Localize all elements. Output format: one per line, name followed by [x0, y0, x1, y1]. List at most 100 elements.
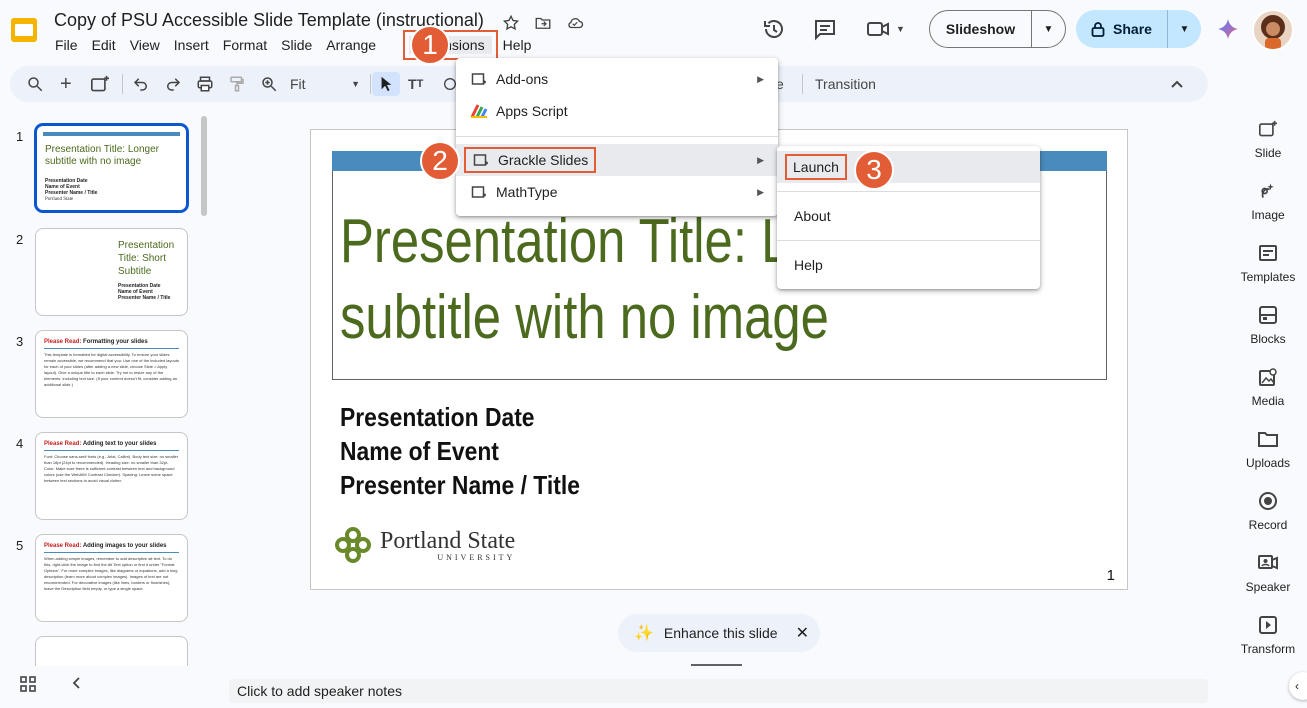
submenu-arrow-icon: ▶: [757, 186, 764, 197]
slides-logo-icon[interactable]: [8, 14, 40, 46]
rail-label: Media: [1251, 394, 1285, 408]
menu-item-label: Launch: [785, 154, 847, 180]
search-menus-icon[interactable]: [26, 72, 44, 96]
paint-format-icon[interactable]: [228, 72, 246, 96]
rail-speaker[interactable]: Speaker: [1232, 552, 1304, 594]
menu-item-about[interactable]: About: [777, 200, 1040, 232]
slide-meta-block[interactable]: Presentation Date Name of Event Presente…: [340, 400, 580, 502]
print-icon[interactable]: [196, 72, 214, 96]
folder-icon: [1232, 428, 1304, 450]
rail-label: Templates: [1240, 270, 1296, 284]
collapse-toolbar-icon[interactable]: [1170, 72, 1184, 96]
submenu-arrow-icon: ▶: [757, 154, 764, 165]
cloud-saved-icon[interactable]: [564, 12, 586, 34]
callout-badge-3: 3: [854, 150, 894, 190]
rail-label: Record: [1248, 518, 1288, 532]
transition-button[interactable]: Transition: [815, 72, 876, 96]
slide-thumbnail-1[interactable]: Presentation Title: Longer subtitle with…: [35, 124, 188, 212]
speaker-icon: [1232, 552, 1304, 574]
menu-item-apps-script[interactable]: Apps Script: [456, 95, 778, 127]
menu-slide[interactable]: Slide: [274, 36, 319, 54]
addon-icon: [470, 184, 488, 200]
enhance-slide-chip[interactable]: ✨ Enhance this slide ✕: [618, 614, 820, 652]
rail-label: Image: [1251, 208, 1285, 222]
menu-view[interactable]: View: [123, 36, 167, 54]
grid-view-icon[interactable]: [20, 676, 36, 692]
thumb-title: Presentation Title: Longer subtitle with…: [45, 144, 159, 167]
share-button-group: Share ▼: [1076, 10, 1201, 48]
extensions-menu: Add-ons ▶ Apps Script Grackle Slides ▶ M…: [456, 58, 778, 216]
account-avatar[interactable]: [1252, 9, 1294, 51]
image-sparkle-icon: [1232, 180, 1304, 202]
menu-item-label: About: [794, 208, 831, 224]
rail-blocks[interactable]: Blocks: [1232, 304, 1304, 346]
menu-edit[interactable]: Edit: [85, 36, 123, 54]
notes-resize-handle[interactable]: [691, 664, 742, 666]
share-dropdown-chevron-icon[interactable]: ▼: [1167, 10, 1201, 48]
slide-thumbnail-5[interactable]: Please Read: Adding images to your slide…: [35, 534, 188, 622]
thumb-sub-line: Presenter Name / Title: [118, 295, 171, 301]
gemini-sparkle-icon[interactable]: [1217, 18, 1239, 40]
meet-button[interactable]: ▼: [866, 17, 905, 41]
filmstrip-scrollbar[interactable]: [201, 116, 207, 216]
star-icon[interactable]: [500, 12, 522, 34]
comments-icon[interactable]: [813, 17, 837, 41]
submenu-arrow-icon: ▶: [757, 73, 764, 84]
thumb-body: This template is formatted for digital a…: [44, 352, 179, 387]
menu-item-label: Grackle Slides: [498, 152, 589, 168]
menu-format[interactable]: Format: [216, 36, 274, 54]
rail-uploads[interactable]: Uploads: [1232, 428, 1304, 470]
menu-item-grackle-slides[interactable]: Grackle Slides ▶: [456, 144, 778, 176]
menu-file[interactable]: File: [48, 36, 85, 54]
rail-templates[interactable]: Templates: [1232, 242, 1304, 284]
chevron-down-icon: ▼: [351, 79, 360, 89]
share-button[interactable]: Share: [1076, 21, 1167, 37]
version-history-icon[interactable]: [762, 17, 786, 41]
undo-icon[interactable]: [132, 72, 150, 96]
menu-arrange[interactable]: Arrange: [319, 36, 383, 54]
menu-help[interactable]: Help: [496, 36, 539, 54]
thumb-heading-bold: Please Read:: [44, 543, 82, 549]
slide-thumbnail-4[interactable]: Please Read: Adding text to your slides …: [35, 432, 188, 520]
record-icon: [1232, 490, 1304, 512]
select-cursor-icon[interactable]: [372, 72, 400, 96]
psu-logo[interactable]: Portland State UNIVERSITY: [334, 526, 515, 564]
new-slide-layout-icon[interactable]: [90, 72, 110, 96]
rail-record[interactable]: Record: [1232, 490, 1304, 532]
slide-thumbnail-2[interactable]: Presentation Title: Short Subtitle Prese…: [35, 228, 188, 316]
menu-item-help[interactable]: Help: [777, 249, 1040, 281]
rail-media[interactable]: Media: [1232, 366, 1304, 408]
rail-transform[interactable]: Transform: [1232, 614, 1304, 656]
expand-side-panel-chevron-icon[interactable]: ‹: [1289, 672, 1307, 700]
slide-title[interactable]: Presentation Title: L subtitle with no i…: [340, 204, 829, 356]
thumb-heading: Please Read: Adding text to your slides: [44, 441, 157, 447]
psu-logo-subtext: UNIVERSITY: [437, 552, 516, 562]
callout-badge-2: 2: [420, 141, 460, 181]
thumb-heading-text: Adding images to your slides: [82, 543, 167, 549]
new-slide-icon[interactable]: +: [60, 72, 72, 96]
video-camera-icon: [867, 22, 889, 36]
apps-script-icon: [470, 103, 488, 119]
zoom-icon[interactable]: [260, 72, 278, 96]
psu-logo-text: Portland State: [380, 527, 516, 554]
presentation-date: Presentation Date: [340, 402, 535, 432]
menu-item-mathtype[interactable]: MathType ▶: [456, 176, 778, 208]
close-icon[interactable]: ✕: [796, 623, 809, 643]
menu-item-label: Add-ons: [496, 71, 549, 87]
menu-insert[interactable]: Insert: [167, 36, 216, 54]
zoom-select[interactable]: Fit ▼: [290, 72, 360, 96]
slideshow-dropdown-chevron-icon[interactable]: ▼: [1031, 11, 1065, 47]
menu-item-launch[interactable]: Launch: [777, 151, 1040, 183]
slide-thumbnail-3[interactable]: Please Read: Formatting your slides This…: [35, 330, 188, 418]
redo-icon[interactable]: [164, 72, 182, 96]
rail-image[interactable]: Image: [1232, 180, 1304, 222]
addon-icon: [472, 152, 490, 168]
collapse-filmstrip-icon[interactable]: [70, 676, 84, 690]
rail-slide[interactable]: Slide: [1232, 118, 1304, 160]
speaker-notes-field[interactable]: Click to add speaker notes: [229, 679, 1208, 703]
menu-item-add-ons[interactable]: Add-ons ▶: [456, 63, 778, 95]
slideshow-button[interactable]: Slideshow: [930, 21, 1031, 37]
move-folder-icon[interactable]: [532, 12, 554, 34]
slide-thumbnail-6[interactable]: [35, 636, 188, 666]
text-box-icon[interactable]: TT: [408, 72, 423, 96]
